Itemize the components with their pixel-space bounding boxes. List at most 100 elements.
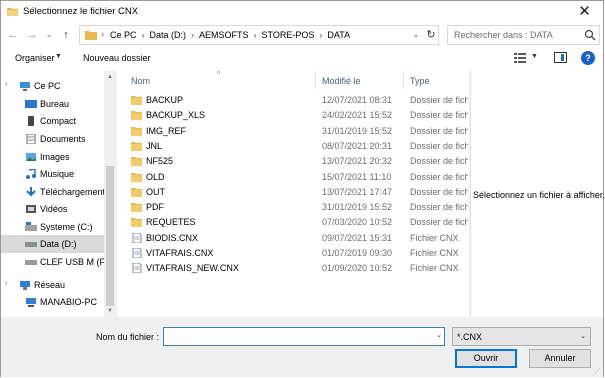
filename-input[interactable]: ⌄	[163, 327, 445, 346]
view-dropdown-arrow-icon[interactable]: ▼	[531, 53, 538, 60]
column-header-modified[interactable]: Modifié le	[322, 71, 361, 89]
column-divider[interactable]	[315, 71, 316, 89]
address-history-chevron-icon[interactable]: ⌄	[409, 28, 423, 42]
file-modified-date: 31/01/2019 15:52	[322, 202, 393, 213]
file-row[interactable]: REQUETES 07/03/2020 10:52 Dossier de fichi…	[117, 215, 469, 230]
resize-grip-icon[interactable]: ⋰	[594, 367, 601, 375]
expand-chevron-icon[interactable]: ›	[5, 280, 7, 287]
sidebar-scrollbar[interactable]: ▲ ▼	[104, 71, 116, 317]
sidebar-item[interactable]: › Ce PC	[1, 77, 116, 95]
command-bar: Organiser ▼ Nouveau dossier ▼ ?	[1, 47, 603, 71]
file-modified-date: 15/07/2021 11:10	[322, 171, 392, 182]
breadcrumb-item[interactable]: DATA	[327, 30, 350, 40]
file-row[interactable]: NF525 13/07/2021 20:32 Dossier de fichiers	[117, 154, 469, 169]
breadcrumb-separator[interactable]: ›	[319, 30, 322, 40]
breadcrumb-separator[interactable]: ›	[254, 30, 257, 40]
new-folder-button[interactable]: Nouveau dossier	[83, 53, 151, 63]
folder-icon	[131, 96, 142, 105]
sidebar-item[interactable]: CLEF USB M (F:)	[1, 253, 116, 271]
search-icon[interactable]	[584, 29, 596, 41]
folder-icon	[131, 172, 142, 182]
search-box[interactable]: Rechercher dans : DATA	[447, 25, 600, 45]
cancel-button[interactable]: Annuler	[529, 349, 591, 368]
sidebar-item-label: Images	[40, 152, 70, 162]
chevron-down-icon[interactable]: ⌄	[580, 332, 586, 340]
sidebar-item[interactable]: › Réseau	[1, 276, 116, 294]
preview-pane-icon[interactable]	[554, 52, 567, 63]
file-name: REQUETES	[146, 217, 196, 228]
breadcrumb-item[interactable]: Data (D:)	[150, 30, 187, 40]
file-modified-date: 24/02/2021 15:52	[322, 110, 393, 121]
title-bar: Sélectionnez le fichier CNX ✕	[1, 1, 603, 23]
dropdown-arrow-icon[interactable]: ▼	[55, 53, 62, 60]
file-name: BIODIS.CNX	[146, 232, 199, 243]
file-modified-date: 07/03/2020 10:52	[322, 217, 393, 228]
sidebar-item[interactable]: Compact	[1, 112, 116, 130]
recent-locations-chevron-icon[interactable]: ⌄	[43, 26, 55, 44]
file-modified-date: 01/09/2020 10:52	[322, 263, 393, 274]
folder-icon	[85, 31, 97, 40]
folder-icon	[131, 111, 142, 121]
sidebar-item[interactable]: Images	[1, 148, 116, 166]
breadcrumb-separator: ›	[101, 29, 104, 39]
open-button[interactable]: Ouvrir	[455, 349, 517, 368]
images-icon	[26, 153, 36, 161]
file-icon	[132, 248, 142, 258]
filename-label: Nom du fichier :	[96, 332, 160, 342]
file-type: Dossier de fichiers	[410, 95, 468, 105]
scroll-up-arrow-icon[interactable]: ▲	[104, 72, 116, 82]
file-type: Dossier de fichiers	[410, 110, 468, 121]
scrollbar-thumb[interactable]	[106, 166, 114, 306]
column-header-type[interactable]: Type	[410, 71, 430, 89]
back-arrow-icon[interactable]: ←	[5, 26, 21, 44]
windows-drive-icon	[25, 222, 37, 231]
file-row[interactable]: OLD 15/07/2021 11:10 Dossier de fichiers	[117, 170, 469, 185]
sidebar-item[interactable]: Bureau	[1, 95, 116, 113]
file-modified-date: 01/07/2019 09:30	[322, 248, 393, 258]
view-options-icon[interactable]	[513, 51, 527, 65]
forward-arrow-icon[interactable]: →	[24, 26, 40, 44]
filename-history-chevron-icon[interactable]: ⌄	[436, 331, 442, 339]
sidebar-item[interactable]: Data (D:)	[1, 235, 116, 253]
sidebar-item-label: MANABIO-PC	[40, 297, 98, 307]
up-arrow-icon[interactable]: ↑	[58, 26, 74, 44]
file-list: ^ Nom Modifié le Type BACKUP 12/07/2021 0…	[117, 71, 469, 317]
file-row[interactable]: BIODIS.CNX 09/07/2021 15:31 Fichier CNX	[117, 231, 469, 246]
file-row[interactable]: JNL 08/07/2021 20:31 Dossier de fichiers	[117, 139, 469, 154]
expand-chevron-icon[interactable]: ›	[5, 81, 7, 88]
scroll-down-arrow-icon[interactable]: ▼	[104, 306, 116, 316]
file-row[interactable]: PDF 31/01/2019 15:52 Dossier de fichiers	[117, 200, 469, 215]
breadcrumb-item[interactable]: AEMSOFTS	[199, 30, 249, 40]
file-type: Dossier de fichiers	[410, 202, 468, 213]
videos-icon	[26, 205, 36, 213]
file-row[interactable]: VITAFRAIS_NEW.CNX 01/09/2020 10:52 Fichier…	[117, 261, 469, 276]
column-divider[interactable]	[403, 71, 404, 89]
breadcrumb-item[interactable]: STORE-POS	[262, 30, 315, 40]
file-row[interactable]: BACKUP_XLS 24/02/2021 15:52 Dossier de fic…	[117, 108, 469, 123]
usb-drive-icon	[25, 260, 37, 265]
file-name: OLD	[146, 171, 165, 182]
sidebar-item[interactable]: Musique	[1, 165, 116, 183]
file-type-filter[interactable]: *.CNX ⌄	[452, 327, 591, 346]
file-row[interactable]: OUT 13/07/2021 17:47 Dossier de fichiers	[117, 185, 469, 200]
file-row[interactable]: BACKUP 12/07/2021 08:31 Dossier de fichier…	[117, 93, 469, 108]
refresh-icon[interactable]: ↻	[424, 27, 438, 43]
file-type: Dossier de fichiers	[410, 217, 468, 228]
close-button[interactable]: ✕	[566, 1, 603, 23]
sidebar-item[interactable]: MANABIO-PC	[1, 293, 116, 311]
sidebar-item[interactable]: Documents	[1, 130, 116, 148]
sidebar-item[interactable]: Systeme (C:)	[1, 218, 116, 236]
breadcrumb-item[interactable]: Ce PC	[110, 30, 137, 40]
organize-button[interactable]: Organiser	[15, 53, 55, 63]
sidebar-item[interactable]: Vidéos	[1, 200, 116, 218]
breadcrumb-separator[interactable]: ›	[142, 30, 145, 40]
search-placeholder: Rechercher dans : DATA	[454, 30, 553, 40]
column-header-name[interactable]: Nom	[131, 71, 150, 89]
download-icon	[26, 187, 36, 197]
sidebar-item[interactable]: Téléchargement	[1, 183, 116, 201]
address-bar[interactable]: › Ce PC › Data (D:) › AEMSOFTS › STORE-POS › DAT…	[79, 25, 439, 45]
breadcrumb-separator[interactable]: ›	[191, 30, 194, 40]
help-icon[interactable]: ?	[581, 51, 595, 65]
file-row[interactable]: VITAFRAIS.CNX 01/07/2019 09:30 Fichier CNX	[117, 246, 469, 261]
file-row[interactable]: IMG_REF 31/01/2019 15:52 Dossier de fichie…	[117, 124, 469, 139]
